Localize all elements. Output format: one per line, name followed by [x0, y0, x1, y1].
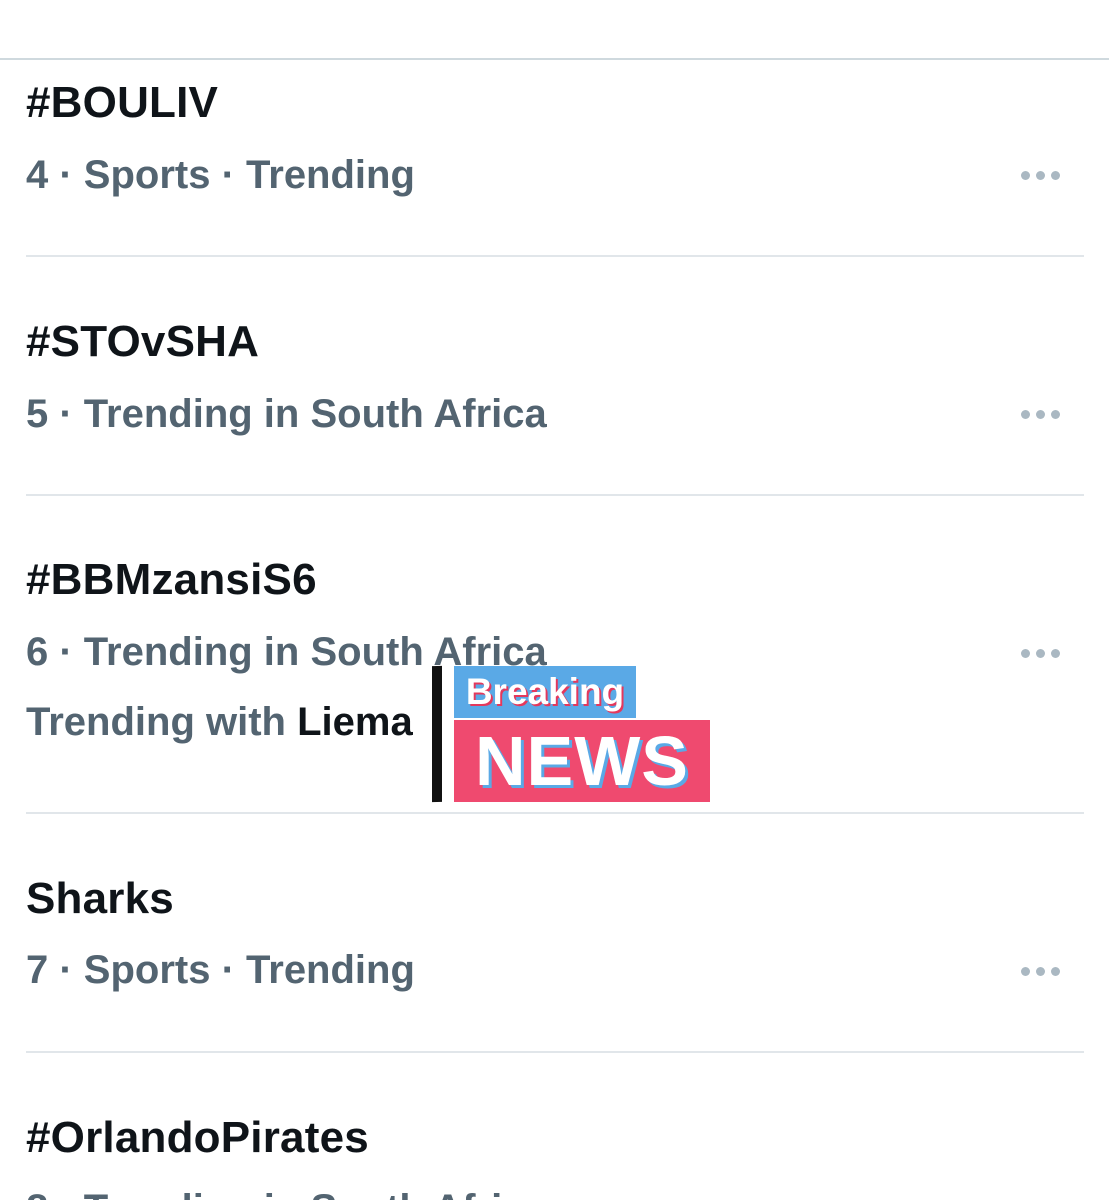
- trend-meta: 8 · Trending in South Africa: [26, 1187, 547, 1200]
- trending-with-name[interactable]: Liema: [297, 700, 413, 744]
- more-horizontal-icon: [1050, 409, 1060, 419]
- more-horizontal-icon: [1050, 966, 1060, 976]
- more-horizontal-icon: [1035, 966, 1045, 976]
- trend-meta: 5 · Trending in South Africa: [26, 392, 547, 436]
- more-horizontal-icon: [1035, 409, 1045, 419]
- trend-item-orlandopirates[interactable]: #OrlandoPirates 8 · Trending in South Af…: [0, 1053, 1109, 1200]
- trend-item-bouliv[interactable]: #BOULIV 4 · Sports · Trending: [0, 60, 1109, 256]
- more-horizontal-icon: [1050, 170, 1060, 180]
- more-horizontal-icon: [1020, 170, 1030, 180]
- more-options-button[interactable]: [1012, 160, 1068, 190]
- trend-title: #BOULIV: [26, 78, 219, 127]
- more-horizontal-icon: [1020, 966, 1030, 976]
- more-options-button[interactable]: [1012, 638, 1068, 668]
- trend-title: #OrlandoPirates: [26, 1113, 369, 1162]
- trend-title: Sharks: [26, 874, 174, 923]
- more-options-button[interactable]: [1012, 956, 1068, 986]
- more-horizontal-icon: [1020, 648, 1030, 658]
- trend-meta: 4 · Sports · Trending: [26, 153, 415, 197]
- more-horizontal-icon: [1035, 648, 1045, 658]
- trend-item-sharks[interactable]: Sharks 7 · Sports · Trending: [0, 814, 1109, 1052]
- more-horizontal-icon: [1020, 409, 1030, 419]
- news-label: NEWS: [454, 720, 710, 802]
- sticker-bar: [432, 665, 442, 803]
- breaking-label: Breaking: [454, 666, 636, 718]
- more-horizontal-icon: [1050, 648, 1060, 658]
- more-horizontal-icon: [1035, 170, 1045, 180]
- trend-title: #STOvSHA: [26, 317, 260, 366]
- trend-title: #BBMzansiS6: [26, 555, 317, 604]
- breaking-news-sticker: Breaking NEWS: [432, 662, 712, 804]
- trend-item-stovsha[interactable]: #STOvSHA 5 · Trending in South Africa: [0, 257, 1109, 495]
- trending-with-line: Trending with Liema: [26, 700, 413, 745]
- trend-meta: 7 · Sports · Trending: [26, 948, 415, 992]
- more-options-button[interactable]: [1012, 399, 1068, 429]
- trending-with-label: Trending with: [26, 700, 298, 744]
